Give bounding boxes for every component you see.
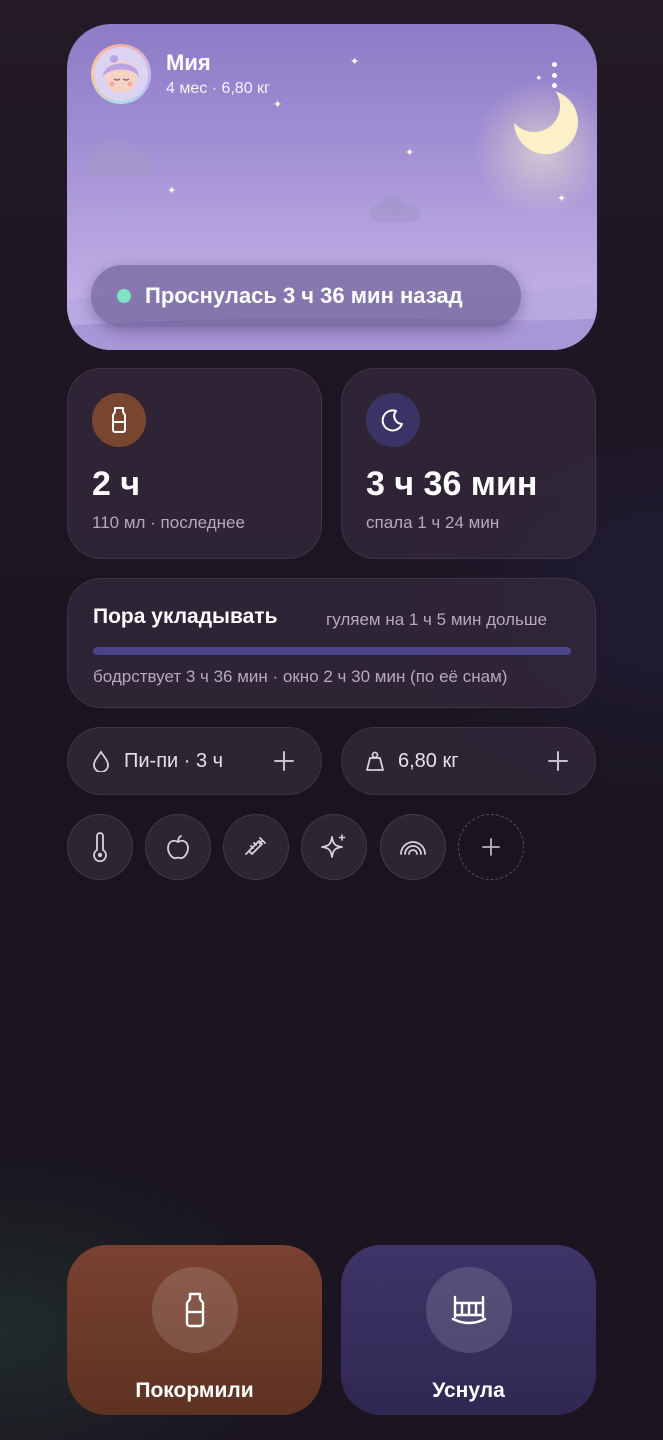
bottle-icon	[151, 1267, 238, 1353]
cloud	[97, 140, 133, 170]
progress-fill	[93, 647, 571, 655]
dot	[551, 72, 557, 78]
status-dot	[117, 289, 131, 303]
weight-pill[interactable]: 6,80 кг	[341, 727, 596, 795]
wake-window-detail: бодрствует 3 ч 36 мин · окно 2 ч 30 мин …	[93, 667, 508, 686]
weight-icon	[366, 751, 384, 771]
temperature-button[interactable]	[67, 814, 133, 880]
wake-window-progress	[93, 647, 571, 655]
star: ✦	[350, 56, 360, 68]
star: ✦	[167, 185, 177, 197]
bottle-icon	[92, 393, 146, 447]
avatar[interactable]	[91, 44, 151, 104]
diaper-label: Пи-пи · 3 ч	[124, 749, 224, 772]
cloud	[380, 194, 406, 214]
apple-icon	[167, 835, 189, 860]
food-button[interactable]	[145, 814, 211, 880]
mood-button[interactable]	[380, 814, 446, 880]
wake-window-card[interactable]: Пора укладывать гуляем на 1 ч 5 мин доль…	[67, 578, 596, 708]
milestone-button[interactable]	[301, 814, 367, 880]
wake-window-note: гуляем на 1 ч 5 мин дольше	[326, 610, 547, 629]
diaper-pill[interactable]: Пи-пи · 3 ч	[67, 727, 322, 795]
sparkle-icon	[321, 834, 346, 858]
dot	[551, 62, 557, 67]
feed-value: 2 ч	[92, 465, 141, 503]
feed-subtitle: 110 мл · последнее	[92, 513, 245, 532]
dot	[551, 83, 557, 88]
fed-button[interactable]: Покормили	[67, 1245, 322, 1415]
baby-meta: 4 мес · 6,80 кг	[166, 80, 270, 97]
moon-icon	[514, 90, 578, 154]
plus-icon[interactable]	[273, 750, 295, 772]
sleep-subtitle: спала 1 ч 24 мин	[366, 513, 500, 532]
sleep-value: 3 ч 36 мин	[366, 465, 538, 503]
baby-hero-card[interactable]: ✦ ✦ ✦ ✦ ✦ ✦ Мия 4 мес · 6,80 кг Проснула…	[67, 24, 597, 350]
fell-asleep-button[interactable]: Уснула	[341, 1245, 596, 1415]
status-pill[interactable]: Проснулась 3 ч 36 мин назад	[91, 265, 521, 327]
syringe-icon	[245, 837, 266, 855]
add-tracker-button[interactable]	[458, 814, 524, 880]
more-menu-button[interactable]	[539, 58, 569, 92]
last-feed-card[interactable]: 2 ч 110 мл · последнее	[67, 368, 322, 559]
baby-name: Мия	[166, 50, 211, 75]
star: ✦	[405, 147, 415, 159]
drop-icon	[93, 750, 109, 772]
fell-asleep-button-label: Уснула	[432, 1379, 505, 1402]
wake-window-title: Пора укладывать	[93, 605, 278, 628]
thermometer-icon	[93, 832, 107, 862]
plus-icon[interactable]	[547, 750, 569, 772]
status-text: Проснулась 3 ч 36 мин назад	[145, 283, 463, 308]
awake-time-card[interactable]: 3 ч 36 мин спала 1 ч 24 мин	[341, 368, 596, 559]
moon-icon	[366, 393, 420, 447]
medicine-button[interactable]	[223, 814, 289, 880]
weight-label: 6,80 кг	[398, 749, 459, 772]
plus-icon	[482, 838, 500, 856]
baby-avatar-icon	[103, 55, 139, 93]
star: ✦	[273, 99, 283, 111]
fed-button-label: Покормили	[135, 1379, 254, 1402]
rainbow-icon	[400, 841, 426, 855]
star: ✦	[557, 193, 567, 205]
crib-icon	[425, 1267, 512, 1353]
